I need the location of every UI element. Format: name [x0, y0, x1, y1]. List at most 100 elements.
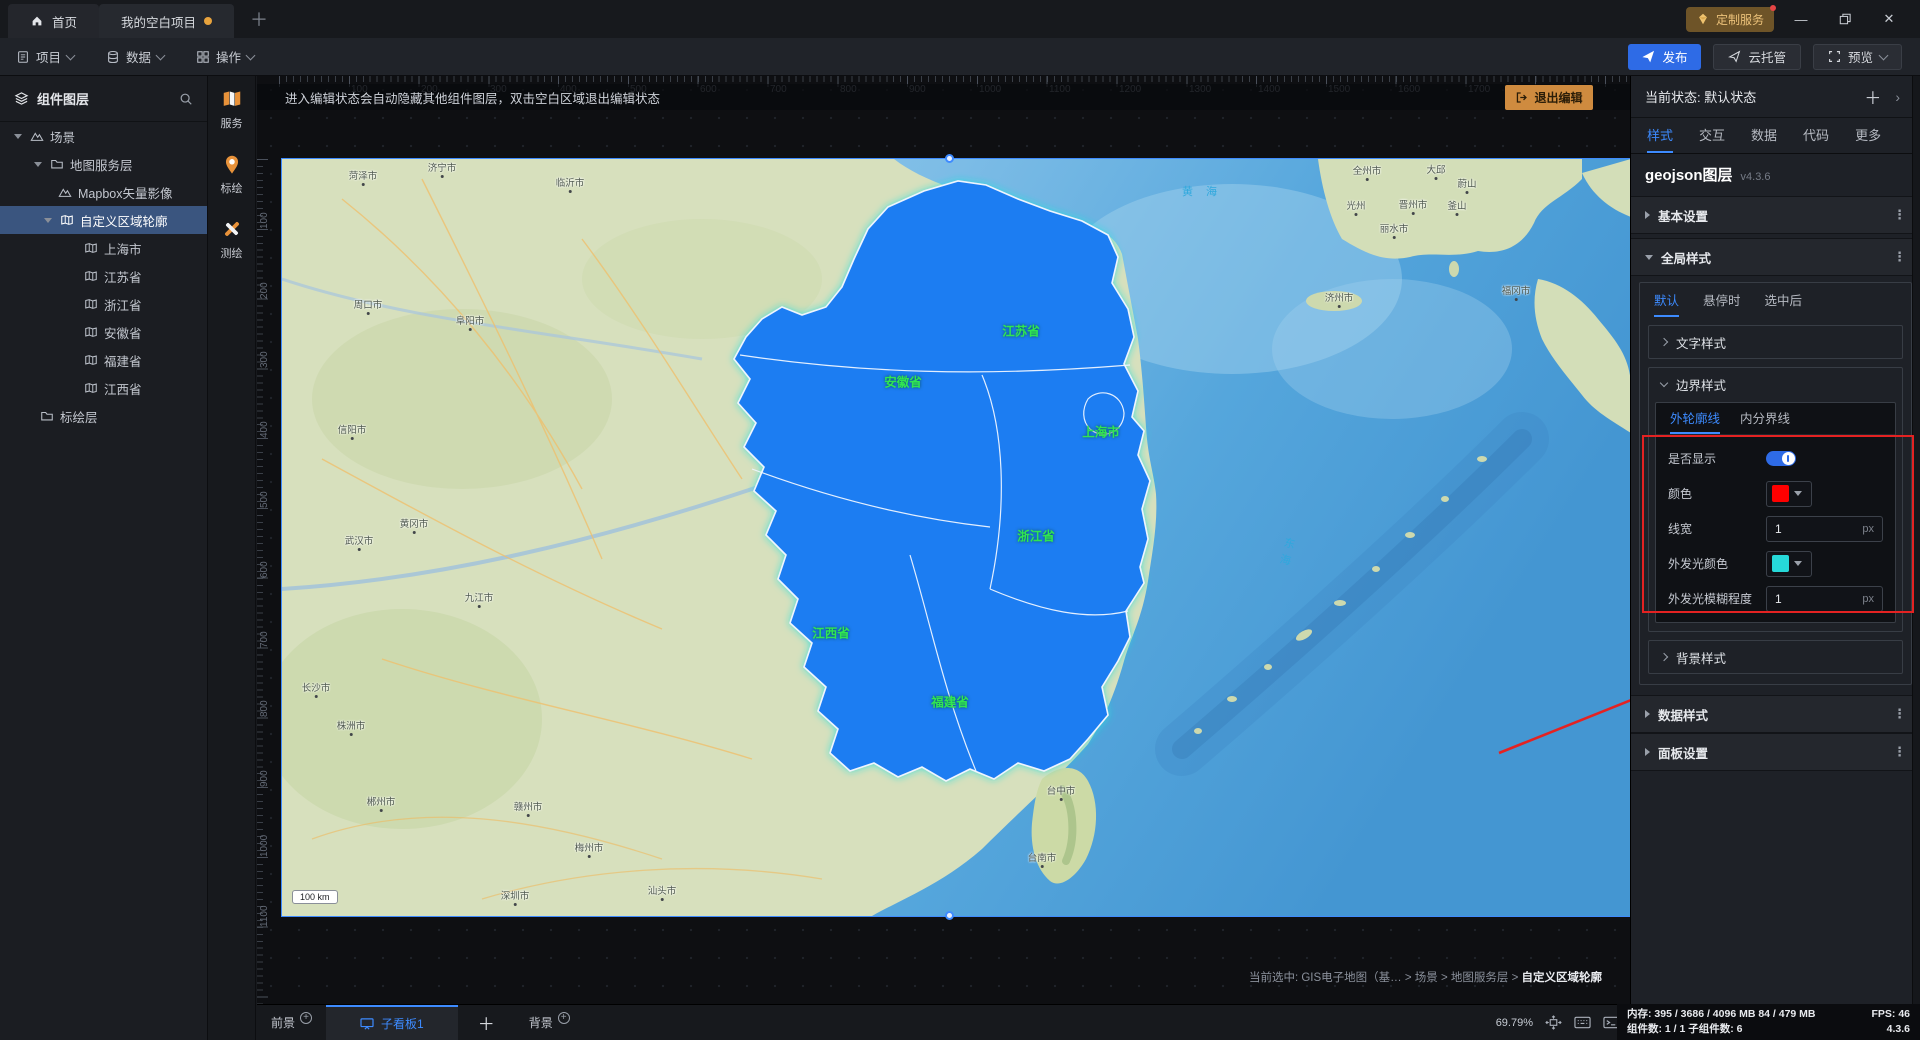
city-label: 济宁市: [428, 160, 457, 178]
subboard-tab[interactable]: 子看板1: [326, 1005, 458, 1040]
background-style-section[interactable]: 背景样式: [1648, 640, 1903, 674]
tree-item-jiangsu[interactable]: 江苏省: [0, 262, 207, 290]
tab-outer-outline[interactable]: 外轮廓线: [1670, 403, 1721, 434]
engine-version: 4.3.6: [1886, 1023, 1910, 1035]
shortcut-keyboard-icon[interactable]: [1574, 1015, 1591, 1030]
new-tab-button[interactable]: ＋: [234, 0, 284, 38]
caret-down-icon[interactable]: [14, 133, 22, 139]
chevron-down-icon: [245, 50, 256, 60]
foreground-tab[interactable]: 前景 +: [257, 1005, 326, 1040]
text-style-section[interactable]: 文字样式: [1648, 325, 1903, 359]
tab-more[interactable]: 更多: [1855, 118, 1881, 153]
tree-item-plot-layer[interactable]: 标绘层: [0, 402, 207, 430]
add-foreground-icon[interactable]: +: [300, 1011, 313, 1024]
province-label: 江西省: [812, 626, 850, 641]
tree-item-custom-region[interactable]: 自定义区域轮廓: [0, 206, 207, 234]
caret-down-icon[interactable]: [44, 217, 52, 223]
database-icon: [108, 50, 118, 63]
subtab-hover[interactable]: 悬停时: [1703, 283, 1741, 317]
search-icon[interactable]: [179, 92, 193, 106]
tool-measure[interactable]: 测绘: [221, 218, 243, 261]
maximize-button[interactable]: [1828, 5, 1862, 33]
field-glow-blur: 外发光模糊程度 1 px: [1656, 581, 1895, 616]
glow-color-picker[interactable]: [1766, 550, 1812, 577]
zoom-level[interactable]: 69.79%: [1496, 1017, 1533, 1029]
service-map-icon: [223, 91, 240, 106]
city-label: 菏泽市: [349, 168, 378, 186]
chevron-down-icon: [1878, 50, 1889, 60]
section-data-style[interactable]: 数据样式 ⋮: [1631, 695, 1920, 733]
tree-item-map-service-layer[interactable]: 地图服务层: [0, 150, 207, 178]
more-dots-icon[interactable]: ⋮: [1893, 744, 1906, 760]
tab-data[interactable]: 数据: [1751, 118, 1777, 153]
tree-item-mapbox[interactable]: Mapbox矢量影像: [0, 178, 207, 206]
more-dots-icon[interactable]: ⋮: [1893, 207, 1906, 223]
section-global-style[interactable]: 全局样式 ⋮: [1631, 238, 1920, 276]
menu-data[interactable]: 数据: [90, 38, 180, 75]
grid-icon: [197, 50, 209, 63]
cloud-hosting-button[interactable]: 云托管: [1713, 43, 1801, 70]
city-label: 赣州市: [514, 799, 543, 817]
caret-down-icon[interactable]: [34, 161, 42, 167]
more-dots-icon[interactable]: ⋮: [1893, 249, 1906, 265]
tab-code[interactable]: 代码: [1803, 118, 1829, 153]
glow-blur-input[interactable]: 1 px: [1766, 585, 1883, 612]
tree-item-fujian[interactable]: 福建省: [0, 346, 207, 374]
geojson-map-icon: [61, 215, 73, 225]
tool-plot[interactable]: 标绘: [221, 153, 243, 196]
add-state-button[interactable]: ＋: [1864, 84, 1881, 109]
show-toggle[interactable]: [1766, 451, 1796, 466]
section-basic-settings[interactable]: 基本设置 ⋮: [1631, 196, 1920, 234]
city-label: 梅州市: [575, 840, 604, 858]
tool-service[interactable]: 服务: [221, 88, 243, 131]
tree-item-anhui[interactable]: 安徽省: [0, 318, 207, 346]
tab-inner-divider[interactable]: 内分界线: [1740, 403, 1790, 434]
menu-action[interactable]: 操作: [180, 38, 270, 75]
province-label: 江苏省: [1002, 324, 1040, 339]
layer-panel-title: 组件图层: [37, 92, 90, 107]
exit-edit-button[interactable]: 退出编辑: [1505, 85, 1593, 110]
selection-handle-top[interactable]: [945, 154, 954, 163]
add-board-button[interactable]: ＋: [458, 1005, 515, 1040]
gis-map-component[interactable]: 江苏省 安徽省 上海市 浙江省 江西省 福建省 菏泽市 济宁市 临沂市 周口市 阜阳市 信阳市 黄冈市…: [281, 158, 1630, 917]
mapbox-image-icon: [58, 188, 72, 197]
background-tab[interactable]: 背景 +: [515, 1005, 584, 1040]
subtab-default[interactable]: 默认: [1654, 283, 1680, 317]
component-count: 组件数: 1 / 1 子组件数: 6: [1627, 1023, 1743, 1035]
exit-icon: [1517, 92, 1528, 103]
unsaved-dot: [204, 17, 213, 25]
city-label: 釜山: [1447, 198, 1466, 216]
publish-button[interactable]: 发布: [1628, 43, 1702, 70]
more-dots-icon[interactable]: ⋮: [1893, 706, 1906, 722]
minimize-button[interactable]: —: [1784, 5, 1818, 33]
add-background-icon[interactable]: +: [557, 1011, 570, 1024]
cloud-hosting-label: 云托管: [1748, 51, 1786, 65]
preview-button[interactable]: 预览: [1812, 43, 1902, 70]
tab-project-label: 我的空白项目: [121, 15, 197, 30]
tab-project[interactable]: 我的空白项目: [99, 4, 235, 38]
section-board-settings[interactable]: 面板设置 ⋮: [1631, 733, 1920, 771]
collapse-panel-icon[interactable]: ›: [1895, 89, 1900, 105]
tree-item-scene[interactable]: 场景: [0, 122, 207, 150]
subtab-selected[interactable]: 选中后: [1765, 283, 1803, 317]
close-button[interactable]: ✕: [1872, 5, 1906, 33]
menu-project[interactable]: 项目: [0, 38, 90, 75]
home-icon: [32, 16, 42, 26]
outline-color-picker[interactable]: [1766, 480, 1812, 507]
custom-service-button[interactable]: 定制服务: [1685, 4, 1776, 32]
tab-interaction[interactable]: 交互: [1699, 118, 1725, 153]
selection-handle-bottom[interactable]: [945, 911, 954, 920]
editor-canvas[interactable]: 1002003004005006007008009001000110012001…: [257, 76, 1630, 1040]
border-style-header[interactable]: 边界样式: [1649, 368, 1902, 400]
line-width-input[interactable]: 1 px: [1766, 515, 1883, 542]
outline-settings-box: 外轮廓线 内分界线 是否显示 颜色 线宽 1 px 外发光颜色 外发光模糊程度 …: [1655, 402, 1896, 623]
state-subtabs: 默认 悬停时 选中后: [1640, 283, 1911, 317]
tab-style[interactable]: 样式: [1647, 118, 1674, 153]
tab-home[interactable]: 首页: [8, 4, 100, 38]
tree-item-shanghai[interactable]: 上海市: [0, 234, 207, 262]
fit-view-icon[interactable]: [1545, 1015, 1562, 1030]
vertical-ruler: 100 200 300 400 500 600 700 800 900 1000 1100: [257, 76, 279, 1004]
tree-item-jiangxi[interactable]: 江西省: [0, 374, 207, 402]
tree-item-zhejiang[interactable]: 浙江省: [0, 290, 207, 318]
performance-statusbar: 内存: 395 / 3686 / 4096 MB 84 / 479 MB FPS…: [1617, 1004, 1920, 1040]
